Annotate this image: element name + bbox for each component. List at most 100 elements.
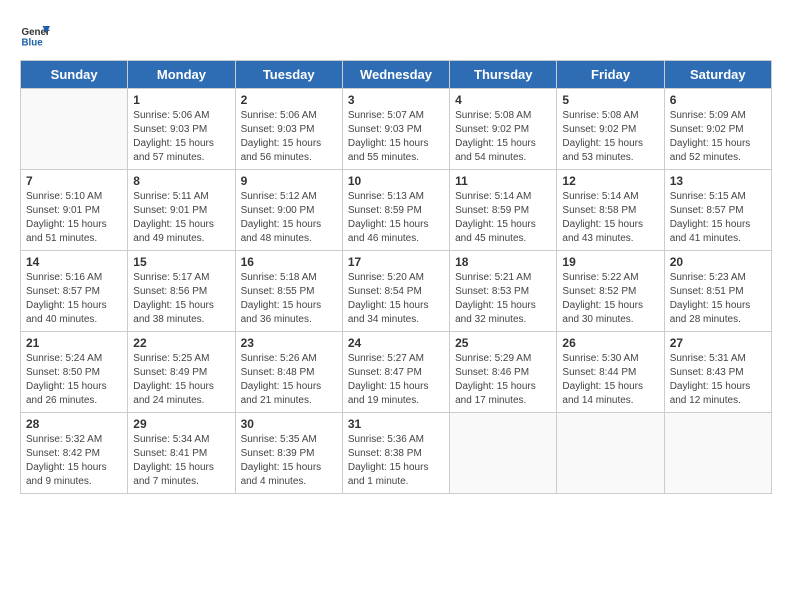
- calendar-cell: 3 Sunrise: 5:07 AM Sunset: 9:03 PM Daylig…: [342, 89, 449, 170]
- day-number: 8: [133, 174, 229, 188]
- cell-content: Sunrise: 5:17 AM Sunset: 8:56 PM Dayligh…: [133, 271, 229, 327]
- calendar-cell: 16 Sunrise: 5:18 AM Sunset: 8:55 PM Dayli…: [235, 251, 342, 332]
- cell-content: Sunrise: 5:08 AM Sunset: 9:02 PM Dayligh…: [455, 109, 551, 165]
- calendar-cell: 15 Sunrise: 5:17 AM Sunset: 8:56 PM Dayli…: [128, 251, 235, 332]
- day-number: 15: [133, 255, 229, 269]
- page-header: General Blue: [20, 20, 772, 50]
- day-number: 19: [562, 255, 658, 269]
- cell-content: Sunrise: 5:34 AM Sunset: 8:41 PM Dayligh…: [133, 433, 229, 489]
- cell-content: Sunrise: 5:25 AM Sunset: 8:49 PM Dayligh…: [133, 352, 229, 408]
- cell-content: Sunrise: 5:08 AM Sunset: 9:02 PM Dayligh…: [562, 109, 658, 165]
- calendar-cell: 1Sunrise: 5:06 AM Sunset: 9:03 PM Daylig…: [128, 89, 235, 170]
- calendar-cell: 6Sunrise: 5:09 AM Sunset: 9:02 PM Daylig…: [664, 89, 771, 170]
- calendar-cell: 27Sunrise: 5:31 AM Sunset: 8:43 PM Dayli…: [664, 332, 771, 413]
- day-number: 6: [670, 93, 766, 107]
- calendar-cell: 20Sunrise: 5:23 AM Sunset: 8:51 PM Dayli…: [664, 251, 771, 332]
- calendar-cell: 7Sunrise: 5:10 AM Sunset: 9:01 PM Daylig…: [21, 170, 128, 251]
- calendar-cell: 19 Sunrise: 5:22 AM Sunset: 8:52 PM Dayli…: [557, 251, 664, 332]
- weekday-header-cell: Saturday: [664, 61, 771, 89]
- cell-content: Sunrise: 5:15 AM Sunset: 8:57 PM Dayligh…: [670, 190, 766, 246]
- cell-content: Sunrise: 5:06 AM Sunset: 9:03 PM Dayligh…: [241, 109, 337, 165]
- calendar-cell: 14 Sunrise: 5:16 AM Sunset: 8:57 PM Dayli…: [21, 251, 128, 332]
- logo-icon: General Blue: [20, 20, 50, 50]
- day-number: 18: [455, 255, 551, 269]
- day-number: 30: [241, 417, 337, 431]
- calendar-cell: 5 Sunrise: 5:08 AM Sunset: 9:02 PM Daylig…: [557, 89, 664, 170]
- cell-content: Sunrise: 5:29 AM Sunset: 8:46 PM Dayligh…: [455, 352, 551, 408]
- calendar-cell: 12 Sunrise: 5:14 AM Sunset: 8:58 PM Dayli…: [557, 170, 664, 251]
- cell-content: Sunrise: 5:13 AM Sunset: 8:59 PM Dayligh…: [348, 190, 444, 246]
- logo: General Blue: [20, 20, 50, 50]
- day-number: 26: [562, 336, 658, 350]
- day-number: 4: [455, 93, 551, 107]
- calendar-table: SundayMondayTuesdayWednesdayThursdayFrid…: [20, 60, 772, 494]
- day-number: 12: [562, 174, 658, 188]
- calendar-cell: 18 Sunrise: 5:21 AM Sunset: 8:53 PM Dayli…: [450, 251, 557, 332]
- day-number: 3: [348, 93, 444, 107]
- day-number: 23: [241, 336, 337, 350]
- calendar-week-row: 21 Sunrise: 5:24 AM Sunset: 8:50 PM Dayli…: [21, 332, 772, 413]
- cell-content: Sunrise: 5:14 AM Sunset: 8:59 PM Dayligh…: [455, 190, 551, 246]
- day-number: 31: [348, 417, 444, 431]
- calendar-cell: 29Sunrise: 5:34 AM Sunset: 8:41 PM Dayli…: [128, 413, 235, 494]
- day-number: 5: [562, 93, 658, 107]
- cell-content: Sunrise: 5:10 AM Sunset: 9:01 PM Dayligh…: [26, 190, 122, 246]
- calendar-cell: 25Sunrise: 5:29 AM Sunset: 8:46 PM Dayli…: [450, 332, 557, 413]
- cell-content: Sunrise: 5:12 AM Sunset: 9:00 PM Dayligh…: [241, 190, 337, 246]
- calendar-cell: 30Sunrise: 5:35 AM Sunset: 8:39 PM Dayli…: [235, 413, 342, 494]
- day-number: 24: [348, 336, 444, 350]
- day-number: 17: [348, 255, 444, 269]
- calendar-cell: 10 Sunrise: 5:13 AM Sunset: 8:59 PM Dayli…: [342, 170, 449, 251]
- calendar-cell: [21, 89, 128, 170]
- calendar-week-row: 7Sunrise: 5:10 AM Sunset: 9:01 PM Daylig…: [21, 170, 772, 251]
- day-number: 9: [241, 174, 337, 188]
- day-number: 22: [133, 336, 229, 350]
- day-number: 14: [26, 255, 122, 269]
- calendar-cell: 13 Sunrise: 5:15 AM Sunset: 8:57 PM Dayli…: [664, 170, 771, 251]
- calendar-week-row: 1Sunrise: 5:06 AM Sunset: 9:03 PM Daylig…: [21, 89, 772, 170]
- cell-content: Sunrise: 5:16 AM Sunset: 8:57 PM Dayligh…: [26, 271, 122, 327]
- calendar-cell: 28Sunrise: 5:32 AM Sunset: 8:42 PM Dayli…: [21, 413, 128, 494]
- day-number: 10: [348, 174, 444, 188]
- cell-content: Sunrise: 5:36 AM Sunset: 8:38 PM Dayligh…: [348, 433, 444, 489]
- cell-content: Sunrise: 5:20 AM Sunset: 8:54 PM Dayligh…: [348, 271, 444, 327]
- cell-content: Sunrise: 5:21 AM Sunset: 8:53 PM Dayligh…: [455, 271, 551, 327]
- calendar-cell: 26 Sunrise: 5:30 AM Sunset: 8:44 PM Dayli…: [557, 332, 664, 413]
- weekday-header-cell: Sunday: [21, 61, 128, 89]
- calendar-cell: 21 Sunrise: 5:24 AM Sunset: 8:50 PM Dayli…: [21, 332, 128, 413]
- calendar-body: 1Sunrise: 5:06 AM Sunset: 9:03 PM Daylig…: [21, 89, 772, 494]
- cell-content: Sunrise: 5:23 AM Sunset: 8:51 PM Dayligh…: [670, 271, 766, 327]
- cell-content: Sunrise: 5:14 AM Sunset: 8:58 PM Dayligh…: [562, 190, 658, 246]
- calendar-cell: 11 Sunrise: 5:14 AM Sunset: 8:59 PM Dayli…: [450, 170, 557, 251]
- calendar-week-row: 14 Sunrise: 5:16 AM Sunset: 8:57 PM Dayli…: [21, 251, 772, 332]
- weekday-header-cell: Tuesday: [235, 61, 342, 89]
- day-number: 13: [670, 174, 766, 188]
- calendar-cell: 4 Sunrise: 5:08 AM Sunset: 9:02 PM Daylig…: [450, 89, 557, 170]
- calendar-week-row: 28Sunrise: 5:32 AM Sunset: 8:42 PM Dayli…: [21, 413, 772, 494]
- calendar-cell: 22 Sunrise: 5:25 AM Sunset: 8:49 PM Dayli…: [128, 332, 235, 413]
- weekday-header-cell: Monday: [128, 61, 235, 89]
- calendar-cell: 31 Sunrise: 5:36 AM Sunset: 8:38 PM Dayli…: [342, 413, 449, 494]
- cell-content: Sunrise: 5:24 AM Sunset: 8:50 PM Dayligh…: [26, 352, 122, 408]
- svg-text:Blue: Blue: [22, 38, 44, 49]
- cell-content: Sunrise: 5:06 AM Sunset: 9:03 PM Dayligh…: [133, 109, 229, 165]
- calendar-cell: [557, 413, 664, 494]
- calendar-cell: 9 Sunrise: 5:12 AM Sunset: 9:00 PM Daylig…: [235, 170, 342, 251]
- cell-content: Sunrise: 5:18 AM Sunset: 8:55 PM Dayligh…: [241, 271, 337, 327]
- cell-content: Sunrise: 5:30 AM Sunset: 8:44 PM Dayligh…: [562, 352, 658, 408]
- cell-content: Sunrise: 5:26 AM Sunset: 8:48 PM Dayligh…: [241, 352, 337, 408]
- day-number: 21: [26, 336, 122, 350]
- cell-content: Sunrise: 5:07 AM Sunset: 9:03 PM Dayligh…: [348, 109, 444, 165]
- calendar-cell: 23 Sunrise: 5:26 AM Sunset: 8:48 PM Dayli…: [235, 332, 342, 413]
- cell-content: Sunrise: 5:11 AM Sunset: 9:01 PM Dayligh…: [133, 190, 229, 246]
- weekday-header-cell: Thursday: [450, 61, 557, 89]
- calendar-cell: 24 Sunrise: 5:27 AM Sunset: 8:47 PM Dayli…: [342, 332, 449, 413]
- calendar-cell: 8 Sunrise: 5:11 AM Sunset: 9:01 PM Daylig…: [128, 170, 235, 251]
- day-number: 11: [455, 174, 551, 188]
- day-number: 16: [241, 255, 337, 269]
- calendar-cell: [664, 413, 771, 494]
- weekday-header-cell: Wednesday: [342, 61, 449, 89]
- cell-content: Sunrise: 5:27 AM Sunset: 8:47 PM Dayligh…: [348, 352, 444, 408]
- calendar-cell: 2Sunrise: 5:06 AM Sunset: 9:03 PM Daylig…: [235, 89, 342, 170]
- cell-content: Sunrise: 5:22 AM Sunset: 8:52 PM Dayligh…: [562, 271, 658, 327]
